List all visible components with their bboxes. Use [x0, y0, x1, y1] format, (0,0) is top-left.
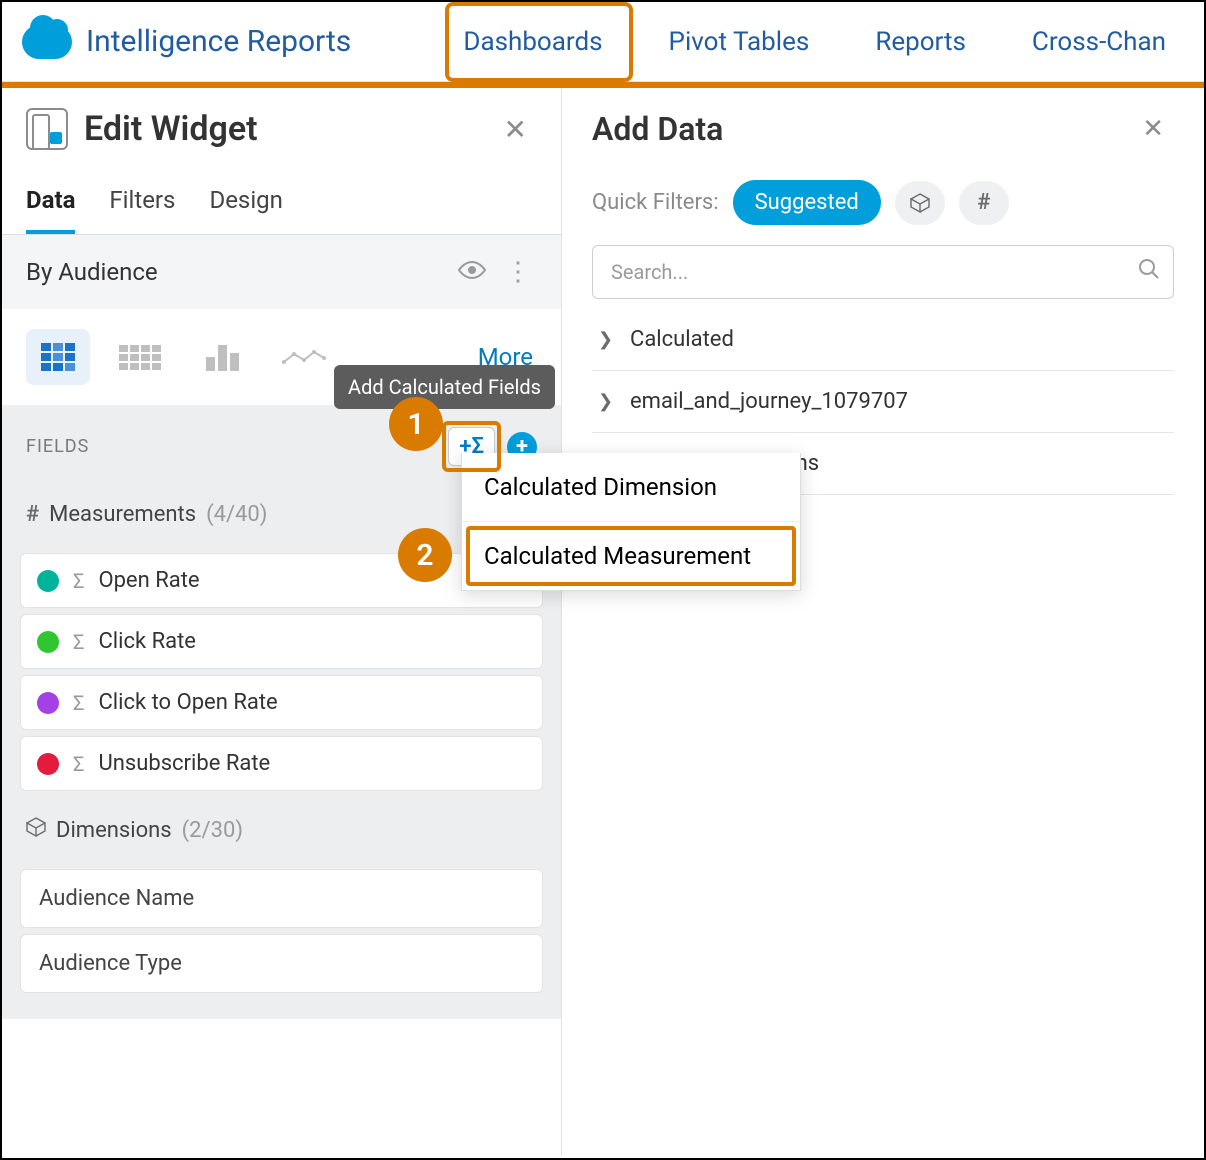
search-icon — [1138, 258, 1160, 286]
add-calculated-fields-tooltip: Add Calculated Fields — [334, 365, 555, 409]
measurements-count: (4/40) — [206, 502, 267, 527]
sigma-icon: Σ — [73, 569, 84, 593]
dropdown-item-label: Calculated Measurement — [484, 542, 751, 570]
color-dot-icon — [37, 570, 59, 592]
tree-item-label: email_and_journey_1079707 — [630, 389, 908, 414]
line-chart-icon — [284, 348, 324, 366]
widget-layout-icon — [26, 108, 68, 150]
nav-cross-channel[interactable]: Cross-Chan — [1014, 4, 1184, 80]
measurement-label: Click Rate — [98, 629, 196, 654]
bar-chart-icon — [206, 343, 239, 371]
visibility-toggle-icon[interactable] — [447, 253, 497, 291]
subtab-data[interactable]: Data — [26, 186, 75, 234]
salesforce-cloud-icon — [22, 25, 72, 59]
color-dot-icon — [37, 631, 59, 653]
color-dot-icon — [37, 753, 59, 775]
chart-type-bar[interactable] — [190, 329, 254, 385]
sigma-icon: Σ — [73, 630, 84, 654]
tree-item[interactable]: ❯ Calculated — [592, 309, 1174, 371]
cube-icon — [910, 193, 930, 213]
quick-filters-label: Quick Filters: — [592, 190, 719, 215]
step-badge-2: 2 — [398, 528, 452, 582]
close-add-data-button[interactable]: ✕ — [1132, 110, 1174, 148]
app-title: Intelligence Reports — [86, 24, 351, 59]
quick-filter-dimensions[interactable] — [895, 181, 945, 225]
dropdown-calculated-dimension[interactable]: Calculated Dimension — [462, 453, 800, 521]
step-badge-1: 1 — [389, 397, 443, 451]
dropdown-calculated-measurement[interactable]: Calculated Measurement 2 — [462, 521, 800, 590]
sigma-icon: Σ — [73, 691, 84, 715]
measurement-label: Unsubscribe Rate — [98, 751, 270, 776]
edit-widget-panel: Edit Widget ✕ Data Filters Design By Aud… — [2, 88, 562, 1156]
primary-nav: Dashboards Pivot Tables Reports Cross-Ch… — [445, 4, 1184, 80]
widget-name-row: By Audience ⋮ — [2, 235, 561, 309]
quick-filters-row: Quick Filters: Suggested # — [592, 180, 1174, 225]
chevron-right-icon: ❯ — [598, 329, 616, 350]
dimensions-title: Dimensions — [56, 818, 172, 843]
nav-reports[interactable]: Reports — [857, 4, 984, 80]
measurement-label: Open Rate — [98, 568, 199, 593]
measurement-item[interactable]: Σ Unsubscribe Rate — [20, 736, 543, 791]
dimensions-count: (2/30) — [182, 818, 243, 843]
widget-subtabs: Data Filters Design — [2, 160, 561, 235]
quick-filter-measurements[interactable]: # — [959, 181, 1009, 225]
chart-type-line[interactable] — [272, 329, 336, 385]
cube-icon — [26, 817, 46, 843]
measurement-item[interactable]: Σ Click to Open Rate — [20, 675, 543, 730]
dimension-item[interactable]: Audience Name — [20, 869, 543, 928]
color-dot-icon — [37, 692, 59, 714]
close-edit-widget-button[interactable]: ✕ — [494, 109, 537, 150]
nav-dashboards[interactable]: Dashboards — [445, 4, 620, 80]
tree-item-label: Calculated — [630, 327, 734, 352]
subtab-filters[interactable]: Filters — [109, 186, 175, 234]
fields-label: FIELDS — [26, 436, 89, 457]
widget-name-label: By Audience — [26, 258, 158, 286]
nav-pivot-tables[interactable]: Pivot Tables — [651, 4, 828, 80]
dimensions-section-header: Dimensions (2/30) — [2, 803, 561, 857]
quick-filter-suggested[interactable]: Suggested — [733, 180, 881, 225]
measurement-label: Click to Open Rate — [98, 690, 277, 715]
measurements-title: Measurements — [49, 502, 196, 527]
hash-icon: # — [26, 502, 39, 527]
dimensions-list: Audience Name Audience Type — [2, 857, 561, 1019]
fields-header: FIELDS Add Calculated Fields +Σ + 1 Calc… — [2, 405, 561, 488]
tree-item[interactable]: ❯ email_and_journey_1079707 — [592, 371, 1174, 433]
chart-type-table[interactable] — [108, 329, 172, 385]
table-icon — [119, 345, 161, 370]
dimension-item[interactable]: Audience Type — [20, 934, 543, 993]
add-data-panel: Add Data ✕ Quick Filters: Suggested # ❯ … — [562, 88, 1204, 1156]
search-field-wrap — [592, 245, 1174, 299]
app-brand: Intelligence Reports — [22, 24, 351, 59]
measurement-item[interactable]: Σ Click Rate — [20, 614, 543, 669]
panel-title: Edit Widget — [84, 109, 258, 149]
subtab-design[interactable]: Design — [209, 186, 282, 234]
add-data-title: Add Data — [592, 110, 723, 148]
widget-more-menu-icon[interactable]: ⋮ — [497, 253, 537, 291]
calculated-fields-dropdown: Calculated Dimension Calculated Measurem… — [461, 453, 801, 591]
chevron-right-icon: ❯ — [598, 391, 616, 412]
hash-icon: # — [977, 190, 990, 215]
chart-type-heatmap[interactable] — [26, 329, 90, 385]
top-nav-bar: Intelligence Reports Dashboards Pivot Ta… — [2, 2, 1204, 82]
search-input[interactable] — [592, 245, 1174, 299]
sigma-icon: Σ — [73, 752, 84, 776]
heatmap-icon — [41, 343, 75, 371]
